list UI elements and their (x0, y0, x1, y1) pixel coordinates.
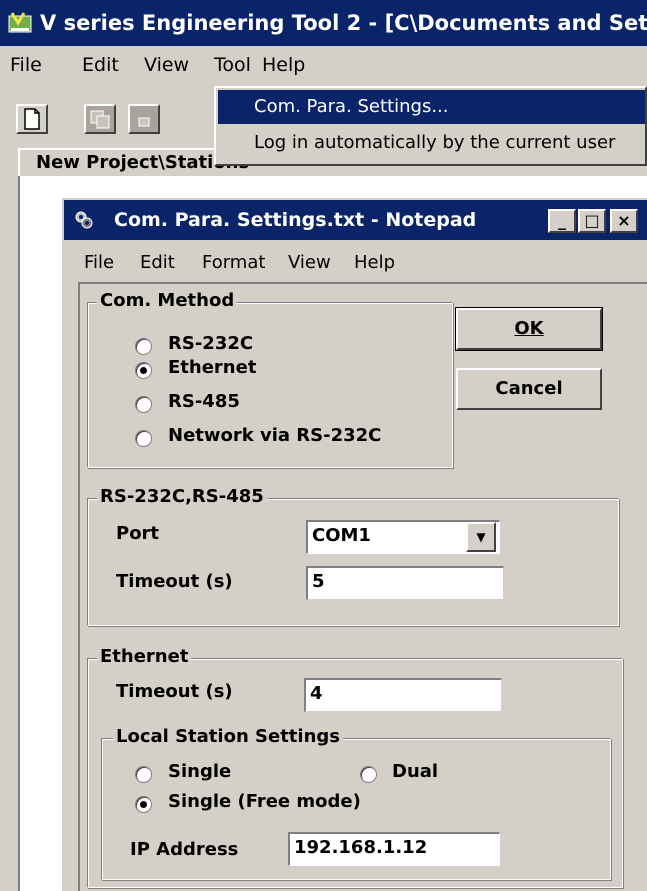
radio-rs485-label[interactable]: RS-485 (168, 390, 240, 414)
maximize-button[interactable]: □ (578, 209, 606, 233)
ok-button[interactable]: OK (455, 307, 603, 351)
rs232c-rs485-label: RS-232C,RS-485 (97, 486, 267, 508)
cancel-button-label: Cancel (495, 378, 563, 399)
radio-rs232c[interactable] (135, 338, 152, 355)
radio-ethernet-label[interactable]: Ethernet (168, 356, 256, 380)
app-icon (8, 12, 32, 33)
new-file-icon (24, 108, 40, 130)
radio-single-label[interactable]: Single (168, 760, 231, 784)
np-menu-view[interactable]: View (288, 252, 331, 273)
radio-rs232c-label[interactable]: RS-232C (168, 332, 253, 356)
close-button[interactable]: × (610, 209, 638, 233)
notepad-menu-bar: File Edit Format View Help (64, 244, 647, 280)
rs-timeout-value: 5 (312, 571, 325, 592)
menu-tool[interactable]: Tool (214, 54, 251, 76)
np-menu-help[interactable]: Help (354, 252, 395, 273)
ethernet-label: Ethernet (97, 646, 192, 668)
copy-icon (90, 110, 110, 129)
new-file-button[interactable] (16, 104, 48, 134)
copy-button[interactable] (84, 104, 116, 134)
np-menu-format[interactable]: Format (202, 252, 265, 273)
paste-button[interactable] (128, 104, 160, 134)
menu-item-auto-login[interactable]: Log in automatically by the current user (218, 126, 645, 160)
rs232c-rs485-group (87, 498, 619, 626)
tool-menu-dropdown: Com. Para. Settings... Log in automatica… (214, 86, 647, 166)
eth-timeout-value: 4 (310, 683, 323, 704)
ip-address-value: 192.168.1.12 (294, 837, 428, 858)
port-label: Port (116, 523, 160, 544)
notepad-app-icon (75, 211, 93, 229)
minimize-button[interactable]: _ (548, 209, 576, 233)
rs-timeout-field[interactable]: 5 (306, 566, 504, 600)
main-window-title: V series Engineering Tool 2 - [C\Documen… (40, 11, 647, 35)
radio-network-rs232c-label[interactable]: Network via RS-232C (168, 424, 381, 448)
ip-address-field[interactable]: 192.168.1.12 (288, 832, 500, 866)
radio-dual-label[interactable]: Dual (392, 760, 438, 784)
radio-single-free[interactable] (135, 796, 152, 813)
eth-timeout-label: Timeout (s) (116, 681, 233, 702)
rs-timeout-label: Timeout (s) (116, 571, 233, 592)
ok-button-label: OK (514, 318, 544, 339)
np-menu-file[interactable]: File (84, 252, 114, 273)
local-station-label: Local Station Settings (113, 726, 343, 748)
menu-file[interactable]: File (10, 54, 42, 76)
menu-item-com-para-settings[interactable]: Com. Para. Settings... (218, 90, 645, 124)
main-menu-bar: File Edit View Tool Help (0, 46, 647, 86)
radio-rs485[interactable] (135, 396, 152, 413)
radio-network-rs232c[interactable] (135, 430, 152, 447)
np-menu-edit[interactable]: Edit (140, 252, 175, 273)
ip-address-label: IP Address (130, 839, 239, 860)
cancel-button[interactable]: Cancel (456, 368, 602, 410)
notepad-title: Com. Para. Settings.txt - Notepad (114, 209, 477, 231)
com-method-label: Com. Method (97, 290, 238, 312)
chevron-down-icon: ▼ (476, 530, 486, 544)
radio-single-free-label[interactable]: Single (Free mode) (168, 790, 361, 814)
menu-edit[interactable]: Edit (82, 54, 119, 76)
eth-timeout-field[interactable]: 4 (304, 678, 502, 712)
menu-help[interactable]: Help (262, 54, 305, 76)
radio-single[interactable] (135, 766, 152, 783)
menu-view[interactable]: View (144, 54, 189, 76)
port-dropdown-button[interactable]: ▼ (466, 522, 496, 552)
port-value: COM1 (312, 525, 371, 546)
paste-icon (138, 117, 150, 127)
radio-dual[interactable] (360, 766, 377, 783)
radio-ethernet[interactable] (135, 362, 152, 379)
main-title-bar[interactable]: V series Engineering Tool 2 - [C\Documen… (0, 0, 647, 46)
